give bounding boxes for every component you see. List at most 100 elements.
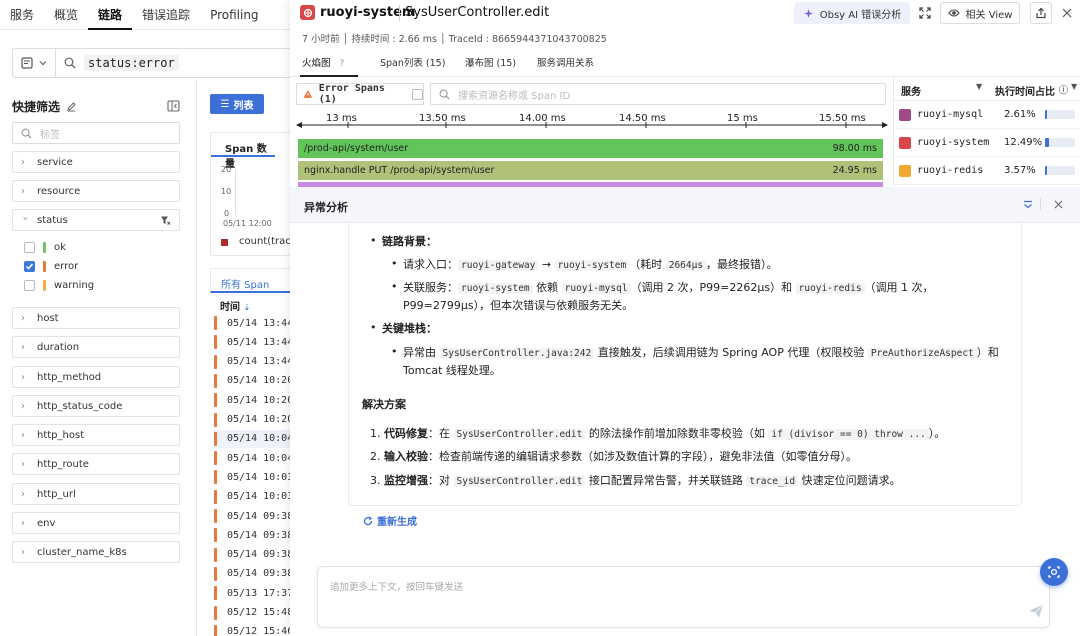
close-icon[interactable] xyxy=(1054,200,1063,209)
chat-input-box[interactable]: 追加更多上下文，按回车键发送 xyxy=(317,566,1050,628)
facet-duration[interactable]: › duration xyxy=(12,336,180,358)
service-icon xyxy=(899,136,911,149)
facet-http-route[interactable]: › http_route xyxy=(12,453,180,475)
checkbox[interactable] xyxy=(24,280,35,291)
flame-span-label: /prod-api/system/user xyxy=(304,143,409,154)
edit-icon[interactable] xyxy=(66,101,77,112)
table-row[interactable]: 05/14 10:20 xyxy=(214,372,296,390)
tab-flame-graph[interactable]: 火焰图 ? xyxy=(300,53,358,77)
time-column-header[interactable]: 时间 ⇣ xyxy=(220,298,250,313)
collapse-icon[interactable] xyxy=(1023,200,1033,210)
share-button[interactable] xyxy=(1030,2,1052,24)
table-row[interactable]: 05/14 13:44 xyxy=(214,333,296,351)
status-option-warning[interactable]: warning xyxy=(24,280,94,291)
ai-error-analysis-button[interactable]: Obsy AI 错误分析 xyxy=(794,2,910,24)
facet-status[interactable]: › status xyxy=(12,209,180,231)
tag-search-input[interactable]: 标签 xyxy=(12,122,180,144)
flame-span[interactable]: /prod-api/system/user 98.00 ms xyxy=(298,139,883,158)
checkbox[interactable] xyxy=(24,242,35,253)
table-row[interactable]: 05/14 10:03 xyxy=(214,468,296,486)
nav-overview[interactable]: 概览 xyxy=(44,0,88,30)
checkbox[interactable] xyxy=(24,261,35,272)
send-icon[interactable] xyxy=(1028,603,1044,619)
facet-service[interactable]: › service xyxy=(12,151,180,173)
span-search-input[interactable]: 搜索资源名称或 Span ID xyxy=(430,83,886,105)
warning-icon xyxy=(303,90,313,98)
tab-all-spans[interactable]: 所有 Span xyxy=(210,268,294,293)
flame-span[interactable]: nginx.handle PUT /prod-api/system/user 24… xyxy=(298,161,883,180)
regenerate-button[interactable]: 重新生成 xyxy=(363,513,417,528)
facet-host[interactable]: › host xyxy=(12,307,180,329)
facet-http-url[interactable]: › http_url xyxy=(12,483,180,505)
table-row[interactable]: 05/14 09:38 xyxy=(214,565,296,583)
facet-cluster-name-k8s[interactable]: › cluster_name_k8s xyxy=(12,541,180,563)
time-header-label: 时间 xyxy=(220,302,240,313)
table-row[interactable]: 05/14 10:04 xyxy=(214,449,296,467)
table-row[interactable]: 05/14 09:38 xyxy=(214,507,296,525)
list-view-button[interactable]: ☰ 列表 xyxy=(210,94,264,114)
facet-label: http_method xyxy=(37,371,102,383)
tab-service-calls[interactable]: 服务调用关系 xyxy=(537,53,594,77)
ai-assistant-fab[interactable] xyxy=(1040,558,1068,586)
table-row[interactable]: 05/14 10:03 xyxy=(214,488,296,506)
fullscreen-button[interactable] xyxy=(914,2,936,24)
table-row[interactable]: 05/14 13:44 xyxy=(214,353,296,371)
tab-waterfall[interactable]: 瀑布图 (15) xyxy=(465,53,516,77)
table-row[interactable]: 05/14 09:38 xyxy=(214,526,296,544)
tab-span-count[interactable]: Span 数量 xyxy=(211,133,275,170)
error-spans-toggle[interactable]: Error Spans (1) xyxy=(296,83,424,105)
query-text: status:error xyxy=(84,55,179,71)
related-view-button[interactable]: 相关 View xyxy=(940,2,1020,24)
quick-filter-panel: 快捷筛选 标签 xyxy=(12,96,180,144)
status-option-ok[interactable]: ok xyxy=(24,242,66,253)
row-time: 05/14 10:20 xyxy=(227,414,294,425)
service-row[interactable]: ruoyi-system 12.49% xyxy=(893,129,1080,157)
caret-down-icon: ▼ xyxy=(976,82,983,91)
collapse-panel-icon[interactable] xyxy=(167,100,180,112)
service-row[interactable]: ruoyi-mysql 2.61% xyxy=(893,101,1080,129)
facet-resource[interactable]: › resource xyxy=(12,180,180,202)
facet-label: env xyxy=(37,517,56,529)
solution-item-3: 3. 监控增强：对 SysUserController.edit 接口配置异常告… xyxy=(370,474,901,487)
search-icon xyxy=(21,128,32,139)
table-row[interactable]: 05/12 15:46 xyxy=(214,623,296,636)
service-row[interactable]: ruoyi-redis 3.57% xyxy=(893,157,1080,185)
nav-profiling[interactable]: Profiling xyxy=(200,0,269,30)
stack-text: 异常由 SysUserController.java:242 直接触发，后续调用… xyxy=(403,346,999,359)
query-mode-select[interactable] xyxy=(12,48,56,78)
bullet: • xyxy=(391,257,398,270)
checkbox[interactable] xyxy=(412,88,424,100)
table-row[interactable]: 05/14 10:20 xyxy=(214,411,296,429)
table-row[interactable]: 05/12 15:48 xyxy=(214,604,296,622)
status-label: ok xyxy=(54,242,66,253)
status-marker xyxy=(214,586,217,601)
facet-http-method[interactable]: › http_method xyxy=(12,366,180,388)
facet-label: service xyxy=(37,156,73,168)
table-row[interactable]: 05/14 10:04 xyxy=(214,429,296,448)
nav-error-tracking[interactable]: 错误追踪 xyxy=(132,0,200,30)
status-option-error[interactable]: error xyxy=(24,261,78,272)
row-time: 05/14 13:44 xyxy=(227,336,294,348)
quick-filter-title: 快捷筛选 xyxy=(12,99,61,114)
status-marker xyxy=(214,566,217,581)
time-share-column-header[interactable]: 执行时间占比 xyxy=(995,83,1055,98)
close-icon[interactable] xyxy=(1062,8,1072,18)
table-row[interactable]: 05/14 09:38 xyxy=(214,546,296,564)
facet-label: http_route xyxy=(37,458,89,470)
table-row[interactable]: 05/14 13:44 xyxy=(214,314,296,332)
header-separator xyxy=(1040,198,1041,210)
status-color-bar xyxy=(43,261,46,272)
service-column-header[interactable]: 服务 xyxy=(901,83,921,98)
facet-http-status-code[interactable]: › http_status_code xyxy=(12,395,180,417)
nav-services[interactable]: 服务 xyxy=(0,0,44,30)
query-input[interactable]: status:error xyxy=(56,48,302,78)
facet-env[interactable]: › env xyxy=(12,512,180,534)
table-row[interactable]: 05/13 17:37 xyxy=(214,584,296,602)
sort-icon: ⇣ xyxy=(243,303,251,312)
nav-traces[interactable]: 链路 xyxy=(88,0,133,30)
tab-span-list[interactable]: Span列表 (15) xyxy=(380,53,445,77)
table-row[interactable]: 05/14 10:20 xyxy=(214,391,296,409)
facet-http-host[interactable]: › http_host xyxy=(12,424,180,446)
clear-filter-icon[interactable] xyxy=(160,215,171,226)
ai-button-label: Obsy AI 错误分析 xyxy=(819,9,902,21)
